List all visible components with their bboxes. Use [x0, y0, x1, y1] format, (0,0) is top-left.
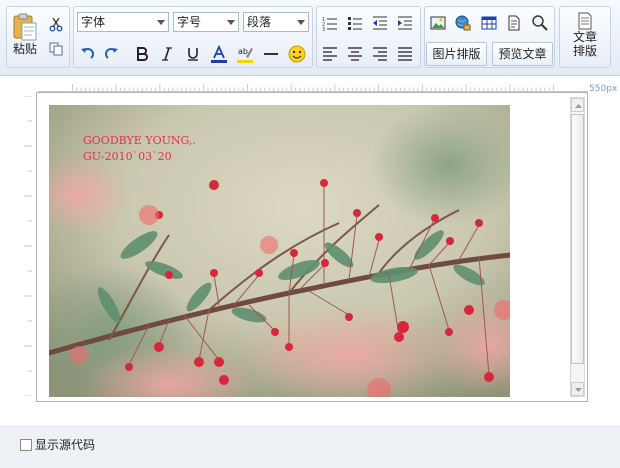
show-source-label: 显示源代码: [35, 438, 96, 452]
preview-article-button[interactable]: 预览文章: [492, 42, 553, 66]
undo-icon: [81, 48, 94, 59]
smiley-icon: [288, 45, 306, 63]
table-icon: [481, 16, 497, 30]
editor-area: 550px GOODBYE YOUNG,. GU-2010`03`20: [0, 76, 620, 426]
align-center-button[interactable]: [344, 43, 366, 65]
font-size-value: 字号: [177, 15, 202, 29]
cut-button[interactable]: [45, 13, 67, 35]
ordered-list-icon: 1 2 3: [322, 17, 337, 31]
paste-icon: [13, 13, 37, 41]
horizontal-rule-icon: [264, 53, 278, 55]
photo-caption-line2: GU-2010`03`20: [83, 150, 172, 163]
ruler-width-label: 550px: [589, 84, 618, 94]
align-justify-button[interactable]: [394, 43, 416, 65]
search-icon: [532, 15, 548, 31]
align-justify-icon: [398, 47, 412, 61]
arrow-down-icon: [575, 388, 582, 392]
svg-text:ab: ab: [238, 47, 248, 56]
outdent-icon: [373, 16, 387, 30]
paragraph-select[interactable]: 段落: [243, 12, 309, 32]
align-right-button[interactable]: [369, 43, 391, 65]
indent-button[interactable]: [394, 12, 416, 34]
bold-button[interactable]: [131, 43, 153, 65]
outdent-button[interactable]: [369, 12, 391, 34]
svg-text:3: 3: [322, 27, 325, 31]
document-icon: [508, 15, 520, 31]
scroll-down-button[interactable]: [571, 382, 584, 396]
underline-icon: [188, 48, 198, 61]
undo-button[interactable]: [76, 43, 98, 65]
search-button[interactable]: [529, 12, 551, 34]
paragraph-value: 段落: [247, 15, 272, 29]
font-family-value: 字体: [81, 15, 106, 29]
chevron-down-icon: [227, 20, 235, 25]
article-layout-button[interactable]: 文章 排版: [564, 12, 606, 66]
align-right-icon: [373, 47, 387, 61]
align-center-icon: [348, 47, 362, 61]
scissors-icon: [49, 17, 63, 32]
photo-caption: GOODBYE YOUNG,. GU-2010`03`20: [83, 133, 196, 165]
arrow-up-icon: [575, 104, 582, 108]
font-color-button[interactable]: [208, 43, 230, 65]
chevron-down-icon: [297, 20, 305, 25]
scroll-thumb[interactable]: [571, 114, 584, 364]
chevron-down-icon: [157, 20, 165, 25]
article-layout-label-line2: 排版: [572, 44, 597, 58]
insert-table-button[interactable]: [478, 12, 500, 34]
blossom-photo: GOODBYE YOUNG,. GU-2010`03`20: [49, 105, 510, 397]
horizontal-rule-button[interactable]: [260, 43, 282, 65]
font-color-icon: [211, 45, 227, 63]
show-source-checkbox[interactable]: [20, 438, 32, 451]
image-icon: [430, 16, 446, 30]
paste-button[interactable]: 粘贴: [9, 12, 41, 66]
photo-caption-line1: GOODBYE YOUNG,.: [83, 134, 196, 147]
font-family-select[interactable]: 字体: [77, 12, 169, 32]
insert-link-button[interactable]: [452, 12, 474, 34]
copy-button[interactable]: [45, 38, 67, 60]
unordered-list-button[interactable]: [344, 12, 366, 34]
paste-label: 粘贴: [12, 42, 37, 56]
horizontal-ruler: [38, 84, 588, 92]
vertical-ruler: [24, 96, 32, 396]
ordered-list-button[interactable]: 1 2 3: [319, 12, 341, 34]
show-source-toggle[interactable]: 显示源代码: [20, 436, 95, 453]
unordered-list-icon: [348, 17, 362, 30]
align-left-icon: [323, 47, 337, 61]
redo-button[interactable]: [101, 43, 123, 65]
bold-icon: [137, 47, 148, 61]
insert-document-button[interactable]: [503, 12, 525, 34]
emoticon-button[interactable]: [286, 43, 308, 65]
article-layout-label: 文章: [572, 30, 597, 44]
underline-button[interactable]: [182, 43, 204, 65]
copy-icon: [49, 42, 63, 56]
globe-link-icon: [455, 15, 471, 31]
scroll-up-button[interactable]: [571, 98, 584, 112]
image-layout-button[interactable]: 图片排版: [426, 42, 487, 66]
article-icon: [578, 12, 592, 30]
highlight-button[interactable]: ab: [234, 43, 256, 65]
italic-icon: [162, 47, 172, 61]
align-left-button[interactable]: [319, 43, 341, 65]
editor-canvas[interactable]: GOODBYE YOUNG,. GU-2010`03`20: [36, 92, 588, 402]
vertical-scrollbar[interactable]: [570, 97, 585, 397]
indent-icon: [398, 16, 412, 30]
italic-button[interactable]: [156, 43, 178, 65]
insert-image-button[interactable]: [427, 12, 449, 34]
redo-icon: [105, 48, 118, 59]
font-size-select[interactable]: 字号: [173, 12, 239, 32]
editor-toolbar: 粘贴 字体 字号 段落 ab 1 2 3 图片排版 预览文章 文章 排版: [0, 0, 620, 76]
highlight-icon: ab: [237, 47, 253, 63]
preview-article-label: 预览文章: [498, 47, 547, 61]
image-layout-label: 图片排版: [432, 47, 481, 61]
